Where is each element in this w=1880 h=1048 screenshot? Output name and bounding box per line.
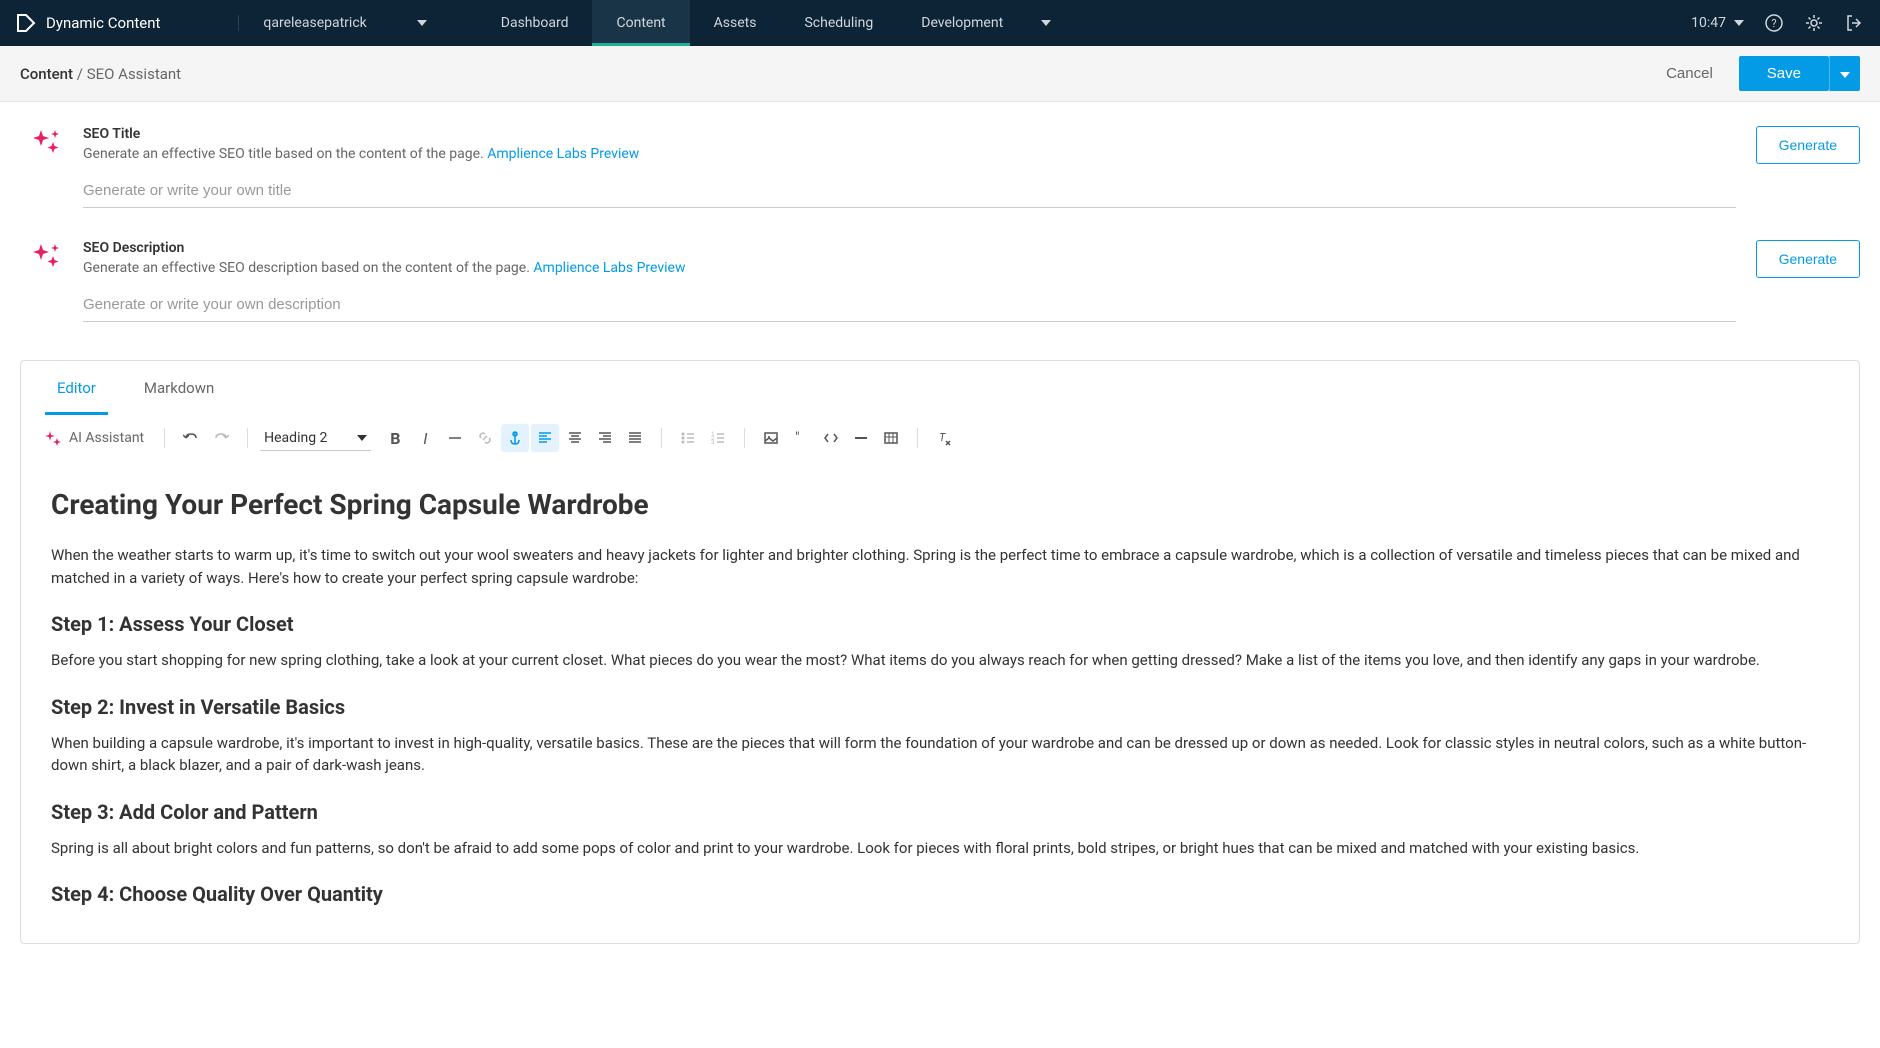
align-right-button[interactable] — [591, 424, 619, 452]
brand-icon — [16, 13, 36, 33]
svg-text:?: ? — [1771, 17, 1776, 30]
seo-title-section: SEO Title Generate an effective SEO titl… — [20, 102, 1860, 216]
chevron-down-icon — [417, 20, 427, 26]
nav-tabs: Dashboard Content Assets Scheduling Deve… — [477, 0, 1075, 46]
anchor-button[interactable] — [501, 424, 529, 452]
chevron-down-icon — [1041, 20, 1051, 26]
align-left-button[interactable] — [531, 424, 559, 452]
image-button[interactable] — [757, 424, 785, 452]
content-p4: Spring is all about bright colors and fu… — [51, 837, 1829, 860]
brand-logo[interactable]: Dynamic Content — [16, 13, 238, 33]
bold-button[interactable]: B — [381, 424, 409, 452]
heading-select-label: Heading 2 — [264, 430, 327, 446]
generate-description-button[interactable]: Generate — [1756, 240, 1860, 278]
content-p2: Before you start shopping for new spring… — [51, 649, 1829, 672]
seo-title-content: SEO Title Generate an effective SEO titl… — [83, 126, 1736, 208]
time-value: 10:47 — [1691, 15, 1726, 31]
seo-description-desc: Generate an effective SEO description ba… — [83, 260, 1736, 276]
nav-right: 10:47 ? — [1691, 13, 1864, 33]
code-button[interactable] — [817, 424, 845, 452]
time-display[interactable]: 10:47 — [1691, 15, 1744, 31]
content-h1: Creating Your Perfect Spring Capsule War… — [51, 484, 1829, 526]
breadcrumb-root[interactable]: Content — [20, 65, 73, 83]
seo-description-content: SEO Description Generate an effective SE… — [83, 240, 1736, 322]
align-justify-button[interactable] — [621, 424, 649, 452]
svg-text:": " — [795, 430, 799, 446]
italic-button[interactable]: I — [411, 424, 439, 452]
tab-dashboard[interactable]: Dashboard — [477, 0, 593, 46]
generate-title-button[interactable]: Generate — [1756, 126, 1860, 164]
content-h2-4: Step 4: Choose Quality Over Quantity — [51, 879, 1829, 909]
tab-development[interactable]: Development — [897, 0, 1075, 46]
org-selector[interactable]: qareleasepatrick — [238, 15, 446, 31]
align-center-button[interactable] — [561, 424, 589, 452]
strikethrough-button[interactable] — [441, 424, 469, 452]
clear-format-button[interactable]: T — [930, 424, 958, 452]
sparkle-icon — [31, 240, 63, 272]
seo-title-input[interactable] — [83, 170, 1736, 208]
editor-card: Editor Markdown AI Assistant Heading 2 B… — [20, 360, 1860, 944]
seo-description-preview-link[interactable]: Amplience Labs Preview — [533, 260, 685, 276]
content-h2-1: Step 1: Assess Your Closet — [51, 609, 1829, 639]
breadcrumb-current: SEO Assistant — [87, 65, 181, 83]
seo-description-input[interactable] — [83, 284, 1736, 322]
cancel-button[interactable]: Cancel — [1650, 57, 1729, 90]
breadcrumb-bar: Content / SEO Assistant Cancel Save — [0, 46, 1880, 102]
chevron-down-icon — [1840, 72, 1850, 78]
redo-button[interactable] — [207, 424, 235, 452]
undo-button[interactable] — [177, 424, 205, 452]
hr-button[interactable] — [847, 424, 875, 452]
seo-title-preview-link[interactable]: Amplience Labs Preview — [487, 146, 639, 162]
breadcrumb: Content / SEO Assistant — [20, 65, 181, 83]
quote-button[interactable]: " — [787, 424, 815, 452]
breadcrumb-actions: Cancel Save — [1650, 56, 1860, 91]
tab-development-label: Development — [921, 15, 1003, 31]
top-navigation: Dynamic Content qareleasepatrick Dashboa… — [0, 0, 1880, 46]
tab-markdown[interactable]: Markdown — [132, 361, 226, 415]
help-icon[interactable]: ? — [1764, 13, 1784, 33]
seo-description-label: SEO Description — [83, 240, 1736, 256]
tab-assets[interactable]: Assets — [690, 0, 781, 46]
org-name: qareleasepatrick — [263, 15, 366, 31]
content-p3: When building a capsule wardrobe, it's i… — [51, 732, 1829, 777]
editor-toolbar: AI Assistant Heading 2 B I 123 " — [21, 416, 1859, 460]
ai-assistant-button[interactable]: AI Assistant — [69, 430, 144, 446]
editor-content-area[interactable]: Creating Your Perfect Spring Capsule War… — [21, 460, 1859, 943]
bullet-list-button[interactable] — [674, 424, 702, 452]
content-p1: When the weather starts to warm up, it's… — [51, 544, 1829, 589]
svg-text:T: T — [939, 431, 946, 444]
table-button[interactable] — [877, 424, 905, 452]
sparkle-icon — [31, 126, 63, 158]
save-button[interactable]: Save — [1739, 56, 1829, 91]
tab-content[interactable]: Content — [592, 0, 689, 46]
seo-title-label: SEO Title — [83, 126, 1736, 142]
editor-tabs: Editor Markdown — [21, 361, 1859, 416]
seo-description-section: SEO Description Generate an effective SE… — [20, 216, 1860, 330]
tab-scheduling[interactable]: Scheduling — [780, 0, 897, 46]
logout-icon[interactable] — [1844, 13, 1864, 33]
seo-title-desc: Generate an effective SEO title based on… — [83, 146, 1736, 162]
save-dropdown-button[interactable] — [1829, 56, 1860, 91]
svg-text:3: 3 — [711, 439, 714, 446]
brand-name: Dynamic Content — [46, 14, 160, 32]
chevron-down-icon — [1734, 20, 1744, 26]
content-h2-2: Step 2: Invest in Versatile Basics — [51, 692, 1829, 722]
content-h2-3: Step 3: Add Color and Pattern — [51, 797, 1829, 827]
heading-select[interactable]: Heading 2 — [260, 426, 371, 451]
main-content: SEO Title Generate an effective SEO titl… — [0, 102, 1880, 964]
link-button[interactable] — [471, 424, 499, 452]
numbered-list-button[interactable]: 123 — [704, 424, 732, 452]
gear-icon[interactable] — [1804, 13, 1824, 33]
sparkle-icon — [45, 430, 61, 446]
tab-editor[interactable]: Editor — [45, 361, 108, 415]
chevron-down-icon — [357, 435, 367, 441]
